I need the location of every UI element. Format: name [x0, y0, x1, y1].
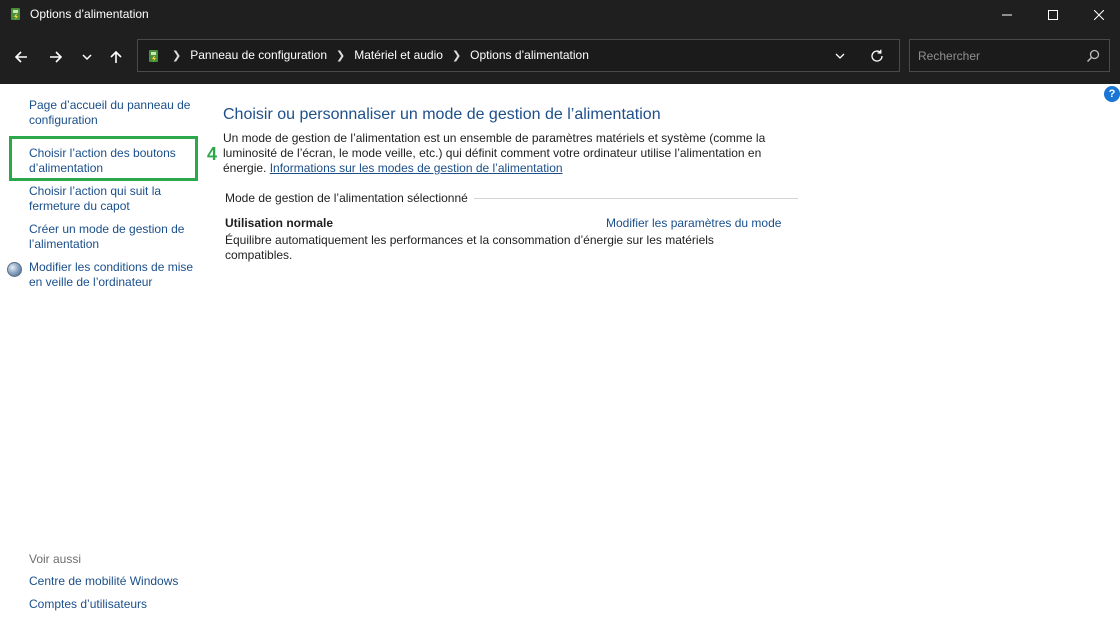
help-icon[interactable]: ? [1104, 86, 1120, 102]
page-title: Choisir ou personnaliser un mode de gest… [223, 106, 661, 123]
page-description: Un mode de gestion de l’alimentation est… [223, 131, 783, 176]
breadcrumb-separator-icon[interactable]: ❯ [452, 49, 461, 62]
close-icon [1094, 10, 1104, 20]
sidebar-link-create-plan[interactable]: Créer un mode de gestion de l’alimentati… [29, 222, 204, 252]
maximize-icon [1048, 10, 1058, 20]
sidebar-link-user-accounts[interactable]: Comptes d’utilisateurs [29, 597, 204, 612]
arrow-up-icon [110, 50, 122, 63]
sidebar-link-lid-close[interactable]: Choisir l’action qui suit la fermeture d… [29, 184, 204, 214]
address-history-button[interactable] [831, 48, 849, 64]
plan-name: Utilisation normale [225, 216, 334, 230]
up-button[interactable] [103, 44, 129, 70]
refresh-button[interactable] [868, 47, 886, 65]
close-button[interactable] [1076, 0, 1120, 30]
window-title: Options d’alimentation [30, 7, 149, 21]
recent-locations-button[interactable] [74, 44, 100, 70]
refresh-icon [871, 49, 883, 62]
breadcrumb-hardware-sound[interactable]: Matériel et audio [354, 48, 443, 62]
annotation-highlight-box [9, 136, 198, 181]
chevron-down-icon [835, 53, 845, 59]
power-plans-info-link[interactable]: Informations sur les modes de gestion de… [270, 161, 563, 175]
minimize-icon [1002, 14, 1012, 16]
change-plan-settings-link[interactable]: Modifier les paramètres du mode [606, 216, 781, 230]
navigation-bar: ❯ Panneau de configuration ❯ Matériel et… [0, 30, 1120, 84]
chevron-down-icon [82, 54, 92, 61]
sidebar-link-mobility-center[interactable]: Centre de mobilité Windows [29, 574, 204, 589]
annotation-step-number: 4 [207, 144, 218, 164]
see-also-heading: Voir aussi [29, 552, 82, 566]
search-icon[interactable] [1086, 49, 1100, 63]
arrow-right-icon [50, 51, 63, 63]
search-input[interactable] [918, 47, 1078, 65]
power-options-icon [11, 8, 20, 20]
breadcrumb-power-options[interactable]: Options d’alimentation [470, 48, 589, 62]
search-box[interactable] [909, 39, 1110, 72]
title-bar: Options d’alimentation [0, 0, 1120, 30]
breadcrumb-separator-icon[interactable]: ❯ [336, 49, 345, 62]
section-heading: Mode de gestion de l’alimentation sélect… [225, 191, 474, 205]
forward-button[interactable] [43, 44, 69, 70]
breadcrumb: ❯ Panneau de configuration ❯ Matériel et… [170, 48, 589, 62]
breadcrumb-control-panel[interactable]: Panneau de configuration [190, 48, 327, 62]
maximize-button[interactable] [1030, 0, 1076, 30]
address-bar[interactable]: ❯ Panneau de configuration ❯ Matériel et… [137, 39, 900, 72]
control-panel-icon [149, 50, 158, 62]
breadcrumb-separator-icon: ❯ [172, 49, 182, 62]
arrow-left-icon [14, 51, 27, 63]
sidebar-link-sleep-settings[interactable]: Modifier les conditions de mise en veill… [29, 260, 204, 290]
plan-description: Équilibre automatiquement les performanc… [225, 233, 714, 262]
uac-shield-icon [7, 262, 22, 277]
minimize-button[interactable] [984, 0, 1030, 30]
back-button[interactable] [8, 44, 34, 70]
sidebar-link-control-panel-home[interactable]: Page d’accueil du panneau de configurati… [29, 98, 204, 128]
